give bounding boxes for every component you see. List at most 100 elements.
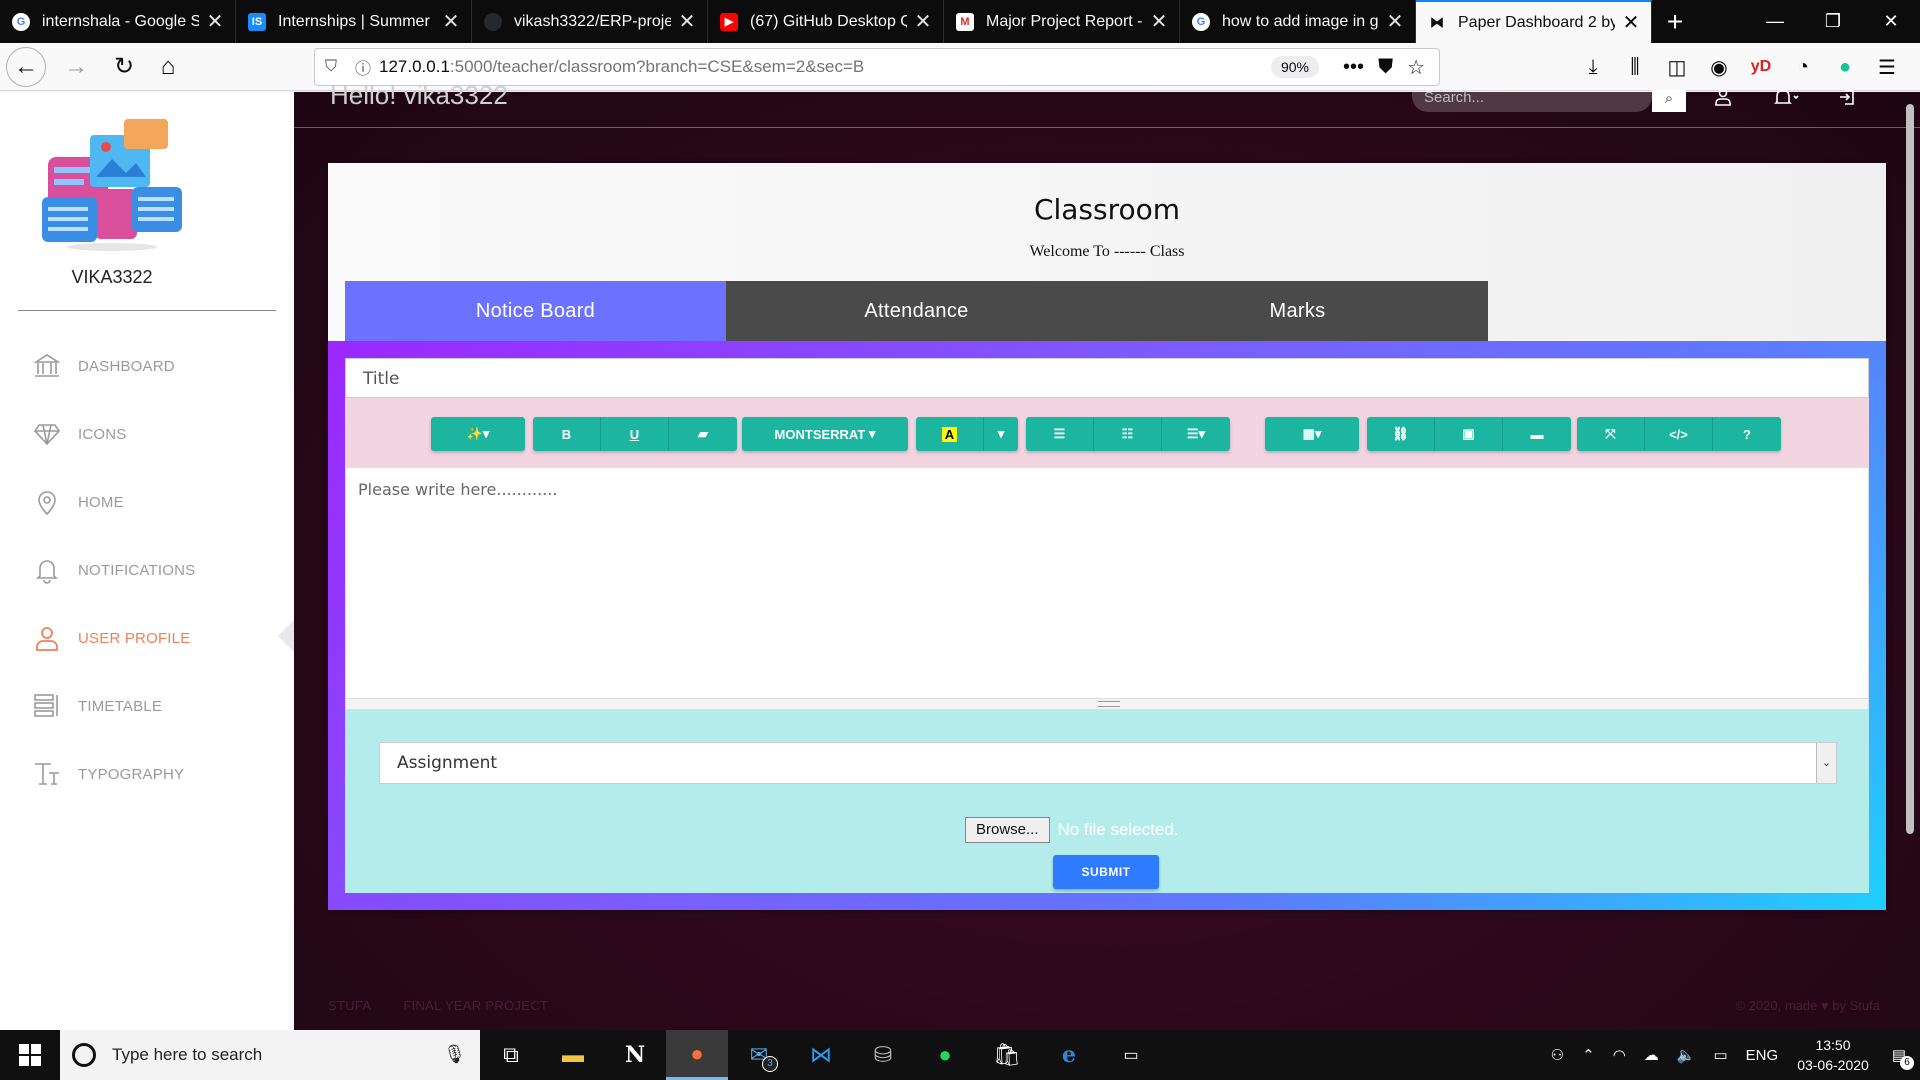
code-view-button[interactable]: </>	[1645, 417, 1713, 451]
system-clock[interactable]: 13:50 03-06-2020	[1797, 1035, 1869, 1075]
bell-icon[interactable]	[1774, 88, 1800, 111]
shield-icon[interactable]: ⛉	[315, 58, 347, 76]
text-color-button[interactable]: A	[916, 417, 984, 451]
file-explorer-icon[interactable]: ▬	[542, 1030, 604, 1080]
windows-start-icon[interactable]	[0, 1030, 60, 1080]
wifi-icon[interactable]: ◠	[1613, 1046, 1626, 1064]
eraser-button[interactable]: ▰	[669, 417, 737, 451]
color-dropdown-button[interactable]: ▾	[984, 417, 1018, 451]
video-button[interactable]: ▬	[1503, 417, 1571, 451]
unordered-list-button[interactable]: ☰	[1026, 417, 1094, 451]
pocket-icon[interactable]: ⛊	[1378, 56, 1393, 79]
bold-button[interactable]: B	[533, 417, 601, 451]
scrollbar-thumb[interactable]	[1906, 104, 1914, 834]
back-icon[interactable]: ←	[6, 46, 46, 87]
zoom-level[interactable]: 90%	[1270, 56, 1319, 78]
sidebar-item-notifications[interactable]: NOTIFICATIONS	[0, 536, 294, 604]
grammarly-icon[interactable]: ●	[1832, 56, 1858, 79]
footer-link-stufa[interactable]: STUFA	[328, 998, 371, 1013]
download-icon[interactable]: ⤓	[1580, 56, 1606, 79]
browser-tab[interactable]: vikash3322/ERP-project ✕	[472, 0, 708, 43]
magic-style-button[interactable]: ✨▾	[431, 417, 525, 451]
ordered-list-button[interactable]: ☷	[1094, 417, 1162, 451]
sidebar-item-home[interactable]: HOME	[0, 468, 294, 536]
help-button[interactable]: ?	[1713, 417, 1781, 451]
chevron-down-icon[interactable]: ⌄	[1816, 743, 1836, 783]
browser-tab[interactable]: IS Internships | Summer Int ✕	[236, 0, 472, 43]
search-input[interactable]: Search...	[1412, 90, 1652, 112]
title-input[interactable]: Title	[345, 358, 1869, 398]
minimize-icon[interactable]: —	[1746, 0, 1804, 43]
tab-marks[interactable]: Marks	[1107, 281, 1488, 341]
browser-tab[interactable]: G internshala - Google Sea ✕	[0, 0, 236, 43]
browser-tab-active[interactable]: ⧓ Paper Dashboard 2 by C ✕	[1416, 0, 1652, 43]
database-icon[interactable]: ⛁	[852, 1030, 914, 1080]
tab-notice-board[interactable]: Notice Board	[345, 281, 726, 341]
terminal-icon[interactable]: ▭	[1100, 1030, 1162, 1080]
onedrive-icon[interactable]: ☁	[1644, 1046, 1659, 1064]
user-icon[interactable]	[1714, 88, 1732, 111]
sidebar-item-icons[interactable]: ICONS	[0, 400, 294, 468]
new-tab-button[interactable]: +	[1652, 0, 1698, 43]
yd-extension-icon[interactable]: yD	[1748, 58, 1774, 76]
browse-button[interactable]: Browse...	[965, 817, 1050, 843]
firefox-icon[interactable]: ●	[666, 1030, 728, 1080]
close-icon[interactable]: ✕	[913, 9, 933, 34]
people-icon[interactable]: ⚇	[1551, 1046, 1564, 1064]
store-icon[interactable]: 🛍	[976, 1030, 1038, 1080]
close-window-icon[interactable]: ✕	[1862, 0, 1920, 43]
notion-icon[interactable]: N	[604, 1030, 666, 1080]
vscode-icon[interactable]: ⋈	[790, 1030, 852, 1080]
bookmark-star-icon[interactable]: ☆	[1407, 55, 1425, 80]
account-icon[interactable]: ◉	[1706, 55, 1732, 80]
spotify-icon[interactable]: ●	[914, 1030, 976, 1080]
close-icon[interactable]: ✕	[205, 9, 225, 34]
submit-button[interactable]: SUBMIT	[1053, 855, 1159, 889]
sidebar-item-dashboard[interactable]: DASHBOARD	[0, 332, 294, 400]
close-icon[interactable]: ✕	[1385, 9, 1405, 34]
browser-tab[interactable]: ▶ (67) GitHub Desktop Qu ✕	[708, 0, 944, 43]
volume-icon[interactable]: 🔈	[1677, 1046, 1696, 1064]
tab-attendance[interactable]: Attendance	[726, 281, 1107, 341]
editor-resize-handle[interactable]	[345, 698, 1869, 710]
logout-icon[interactable]	[1838, 88, 1856, 111]
edge-icon[interactable]: e	[1038, 1030, 1100, 1080]
table-button[interactable]: ▦▾	[1265, 417, 1359, 451]
taskbar-search-input[interactable]: Type here to search 🎙	[60, 1030, 480, 1080]
fullscreen-button[interactable]: ⤧	[1577, 417, 1645, 451]
sidebar-item-timetable[interactable]: TIMETABLE	[0, 672, 294, 740]
forward-icon[interactable]: →	[56, 47, 96, 87]
reload-icon[interactable]: ↻	[104, 47, 144, 87]
paragraph-align-button[interactable]: ☰▾	[1162, 417, 1230, 451]
close-icon[interactable]: ✕	[1621, 10, 1641, 35]
microphone-icon[interactable]: 🎙	[443, 1044, 466, 1065]
mail-icon[interactable]: ✉ 3	[728, 1030, 790, 1080]
library-icon[interactable]: ⫼	[1622, 56, 1648, 79]
home-icon[interactable]: ⌂	[148, 47, 188, 87]
close-icon[interactable]: ✕	[677, 9, 697, 34]
notification-center-icon[interactable]: ▤ 6	[1892, 1046, 1914, 1070]
browser-tab[interactable]: G how to add image in git ✕	[1180, 0, 1416, 43]
close-icon[interactable]: ✕	[1149, 9, 1169, 34]
picture-button[interactable]: ▣	[1435, 417, 1503, 451]
page-scrollbar[interactable]	[1906, 104, 1914, 864]
restore-icon[interactable]: ❐	[1804, 0, 1862, 43]
sidebar-item-typography[interactable]: TYPOGRAPHY	[0, 740, 294, 808]
sidebar-toggle-icon[interactable]: ◫	[1664, 55, 1690, 80]
extension-icon[interactable]: ◔	[1790, 56, 1816, 79]
footer-link-final-year-project[interactable]: FINAL YEAR PROJECT	[403, 998, 548, 1013]
link-button[interactable]: ⛓	[1367, 417, 1435, 451]
underline-button[interactable]: U	[601, 417, 669, 451]
close-icon[interactable]: ✕	[441, 9, 461, 34]
task-view-icon[interactable]: ⧉	[480, 1030, 542, 1080]
chevron-up-icon[interactable]: ⌃	[1582, 1046, 1595, 1064]
menu-icon[interactable]: ☰	[1874, 55, 1900, 80]
browser-tab[interactable]: M Major Project Report - v ✕	[944, 0, 1180, 43]
search-icon[interactable]: ⌕	[1652, 90, 1686, 112]
battery-icon[interactable]: ▭	[1713, 1046, 1727, 1064]
info-icon[interactable]: ⓘ	[347, 55, 379, 79]
font-family-dropdown[interactable]: MONTSERRAT ▾	[742, 417, 908, 451]
notice-body-editor[interactable]: Please write here............	[345, 468, 1869, 698]
notice-type-select[interactable]: Assignment ⌄	[379, 742, 1837, 784]
sidebar-item-user-profile[interactable]: USER PROFILE	[0, 604, 294, 672]
